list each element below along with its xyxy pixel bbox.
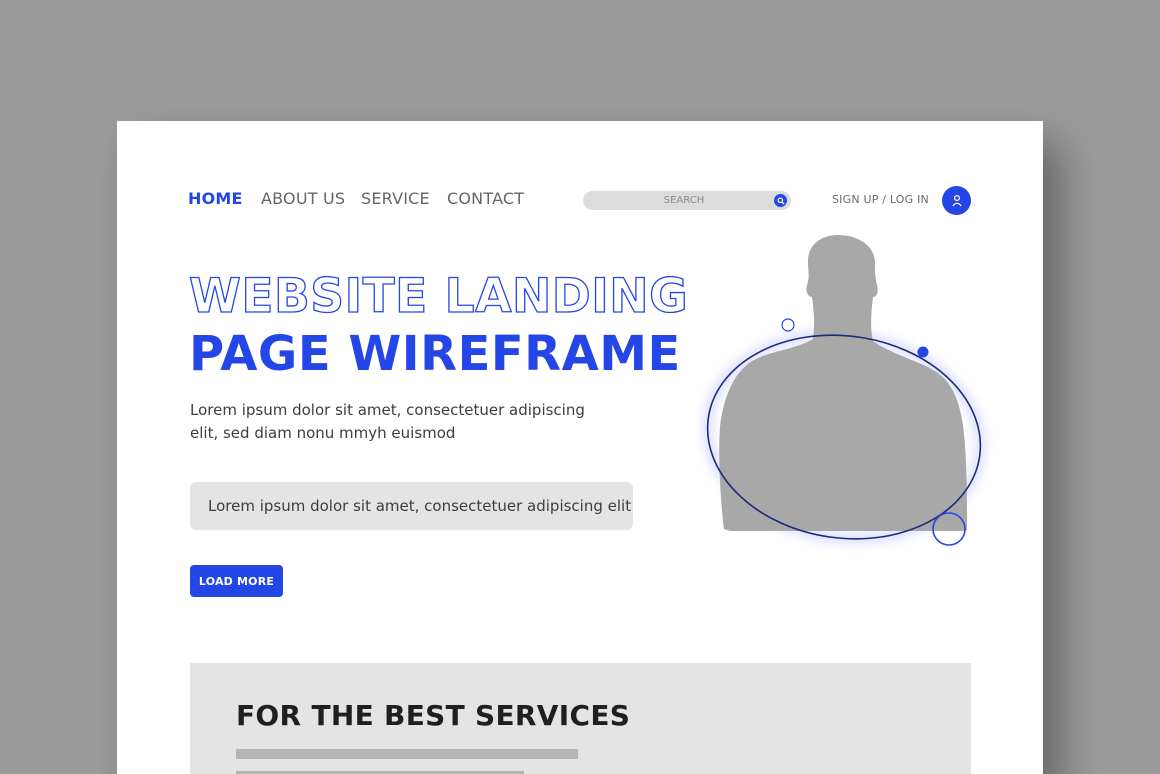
page-sheet: HOME ABOUT US SERVICE CONTACT SIGN UP / … [117, 121, 1043, 774]
search-icon[interactable] [774, 194, 787, 207]
placeholder-line [236, 749, 578, 759]
nav-home[interactable]: HOME [188, 189, 243, 209]
services-title: FOR THE BEST SERVICES [236, 699, 631, 732]
search-input[interactable] [583, 191, 791, 210]
hero-title: PAGE WIREFRAME [189, 326, 681, 382]
small-filled-dot [917, 346, 929, 358]
hero-title-outline: WEBSITE LANDING [188, 268, 689, 324]
hero-text-field[interactable]: Lorem ipsum dolor sit amet, consectetuer… [190, 482, 633, 530]
load-more-button[interactable]: LOAD MORE [190, 565, 283, 597]
signup-login-link[interactable]: SIGN UP / LOG IN [832, 193, 929, 206]
nav-about-us[interactable]: ABOUT US [261, 189, 345, 209]
nav-service[interactable]: SERVICE [361, 189, 430, 209]
search-bar [583, 191, 791, 210]
services-section: FOR THE BEST SERVICES [190, 663, 971, 774]
hero-description: Lorem ipsum dolor sit amet, consectetuer… [190, 401, 585, 442]
nav-contact[interactable]: CONTACT [447, 189, 524, 209]
user-icon[interactable] [942, 186, 971, 215]
person-illustration [702, 235, 986, 546]
person-silhouette [719, 235, 967, 531]
small-hollow-dot [781, 318, 795, 332]
